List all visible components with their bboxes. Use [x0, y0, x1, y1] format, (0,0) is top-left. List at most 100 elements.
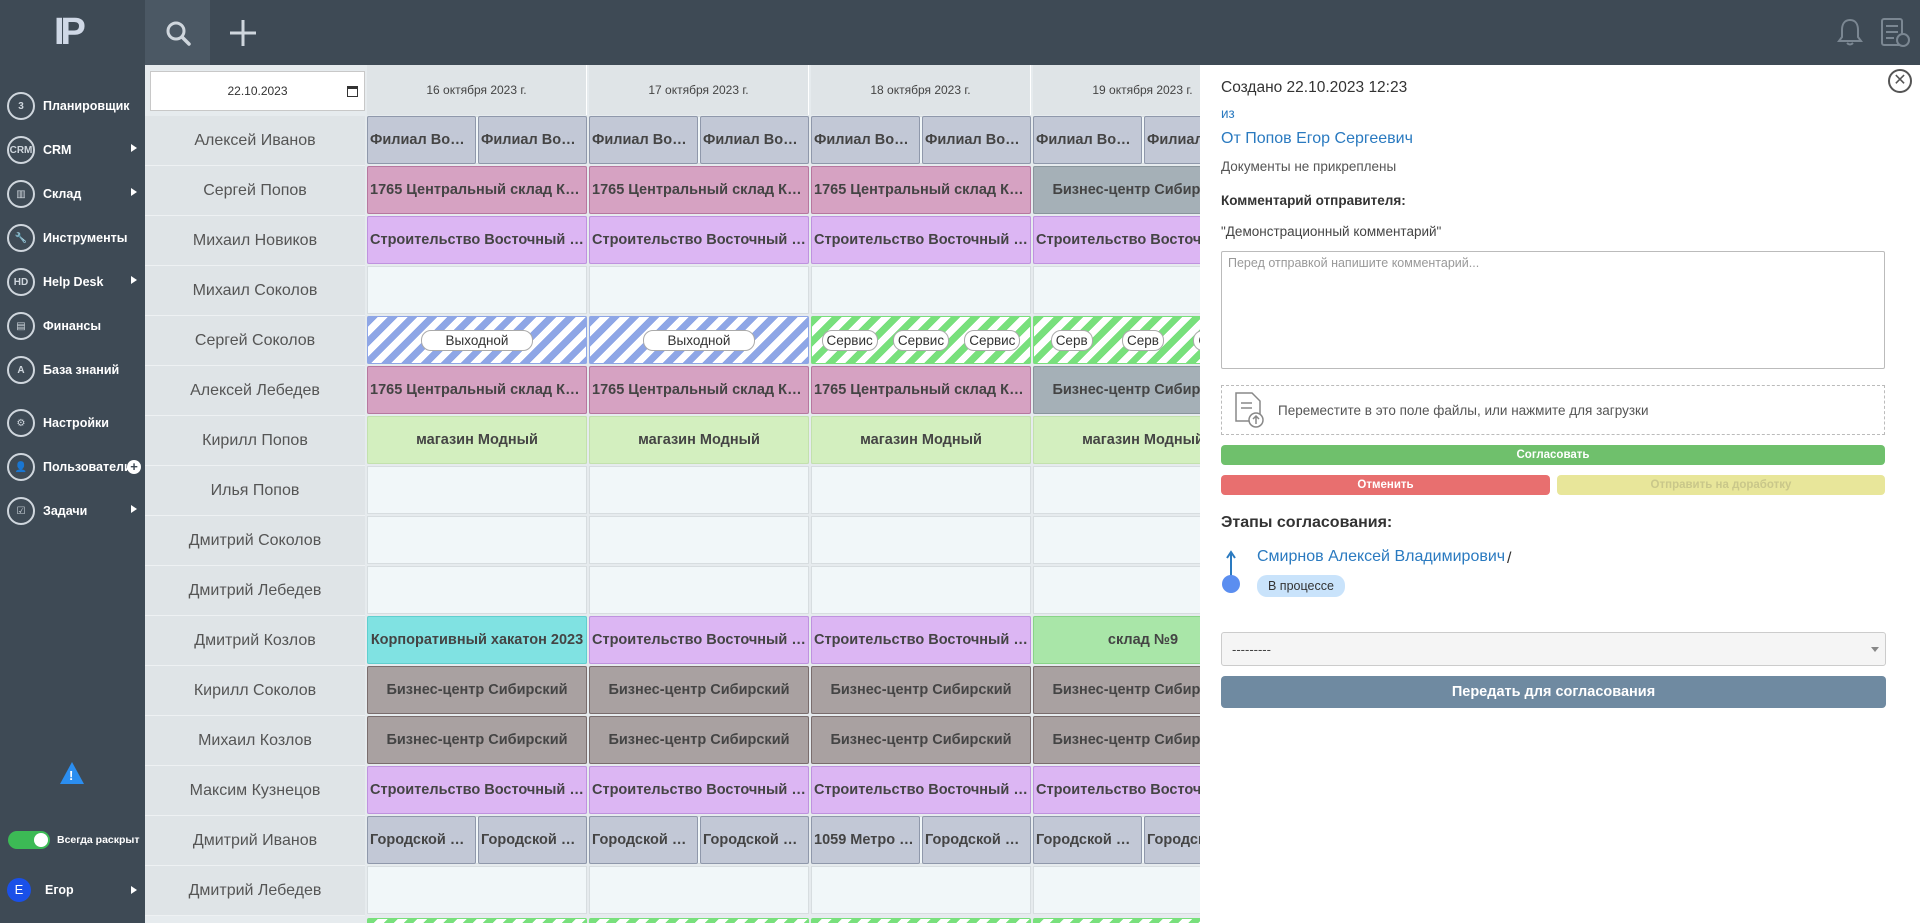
calendar-event[interactable]: Бизнес-центр Сибирский	[1033, 366, 1200, 414]
calendar-cell[interactable]	[367, 516, 587, 564]
calendar-event[interactable]: Филиал Воронеж	[700, 116, 809, 164]
calendar-event[interactable]: 1765 Центральный склад Казань	[367, 366, 587, 414]
calendar-cell[interactable]	[367, 466, 587, 514]
cancel-button[interactable]: Отменить	[1221, 475, 1550, 495]
calendar-cell[interactable]	[811, 466, 1031, 514]
add-user-icon[interactable]: +	[127, 460, 141, 474]
calendar-event[interactable]	[1033, 918, 1200, 923]
calendar-event[interactable]: 1765 Центральный склад Казань	[811, 166, 1031, 214]
calendar-cell[interactable]	[589, 516, 809, 564]
calendar-event[interactable]: Строительство Восточный офис	[1033, 216, 1200, 264]
calendar-event[interactable]: Бизнес-центр Сибирский	[367, 716, 587, 764]
from-label[interactable]: из	[1221, 106, 1235, 121]
calendar-event[interactable]: Городской филиал	[478, 816, 587, 864]
calendar-cell[interactable]	[1033, 566, 1200, 614]
calendar-event[interactable]: Бизнес-центр Сибирский	[1033, 666, 1200, 714]
sidebar-item-5[interactable]: HD Help Desk	[0, 262, 145, 302]
add-button[interactable]	[213, 0, 273, 65]
sidebar-item-2[interactable]: CRM CRM	[0, 130, 145, 170]
calendar-event[interactable]	[367, 918, 587, 923]
calendar-cell[interactable]	[811, 566, 1031, 614]
calendar-event[interactable]: Серв Серв Серв	[1033, 316, 1200, 364]
calendar-event[interactable]: Филиал Воронеж	[922, 116, 1031, 164]
calendar-event[interactable]: Городской филиал	[1033, 816, 1142, 864]
bell-icon[interactable]	[1834, 16, 1866, 48]
calendar-event[interactable]: Бизнес-центр Сибирский	[811, 666, 1031, 714]
sidebar-item-1[interactable]: 3 Планировщик	[0, 86, 145, 126]
sidebar-item-3[interactable]: ▥ Склад	[0, 174, 145, 214]
approver-link[interactable]: Смирнов Алексей Владимирович	[1257, 548, 1505, 566]
calendar-event[interactable]: Выходной	[367, 316, 587, 364]
calendar-event[interactable]: Выходной	[589, 316, 809, 364]
calendar-event[interactable]: Бизнес-центр Сибирский	[1033, 166, 1200, 214]
calendar-event[interactable]: Строительство Восточный офис	[589, 616, 809, 664]
calendar-event[interactable]	[811, 918, 1031, 923]
calendar-event[interactable]: 1765 Центральный склад Казань	[589, 166, 809, 214]
calendar-event[interactable]: магазин Модный	[367, 416, 587, 464]
calendar-event[interactable]: Филиал Воронеж	[478, 116, 587, 164]
calendar-event[interactable]: Городской филиал	[1144, 816, 1200, 864]
calendar-event[interactable]: Филиал Воронеж	[1144, 116, 1200, 164]
calendar-event[interactable]: 1765 Центральный склад Казань	[367, 166, 587, 214]
calendar-event[interactable]: магазин Модный	[1033, 416, 1200, 464]
calendar-event[interactable]: Бизнес-центр Сибирский	[367, 666, 587, 714]
calendar-event[interactable]: Филиал Воронеж	[367, 116, 476, 164]
app-logo[interactable]: IP	[54, 12, 92, 52]
calendar-event[interactable]	[589, 918, 809, 923]
calendar-event[interactable]: Строительство Восточный офис	[367, 766, 587, 814]
calendar-cell[interactable]	[1033, 866, 1200, 914]
calendar-event[interactable]: Городской филиал	[922, 816, 1031, 864]
calendar-event[interactable]: склад №9	[1033, 616, 1200, 664]
calendar-event[interactable]: Бизнес-центр Сибирский	[589, 716, 809, 764]
calendar-event[interactable]: Строительство Восточный офис	[811, 616, 1031, 664]
calendar-event[interactable]: Строительство Восточный офис	[589, 216, 809, 264]
calendar-cell[interactable]	[589, 566, 809, 614]
calendar-event[interactable]: Городской филиал	[367, 816, 476, 864]
submit-for-approval-button[interactable]: Передать для согласования	[1221, 676, 1886, 708]
approve-button[interactable]: Согласовать	[1221, 445, 1885, 465]
calendar-event[interactable]: Бизнес-центр Сибирский	[811, 716, 1031, 764]
calendar-event[interactable]: Сервис Сервис Сервис	[811, 316, 1031, 364]
always-expanded-toggle[interactable]	[8, 831, 50, 849]
search-button[interactable]	[145, 0, 210, 65]
calendar-icon[interactable]	[347, 86, 358, 97]
calendar-event[interactable]: Городской филиал	[589, 816, 698, 864]
calendar-event[interactable]: 1059 Метро Иваново	[811, 816, 920, 864]
calendar-cell[interactable]	[367, 566, 587, 614]
calendar-event[interactable]: Строительство Восточный офис	[811, 766, 1031, 814]
calendar-cell[interactable]	[589, 866, 809, 914]
calendar-event[interactable]: магазин Модный	[589, 416, 809, 464]
calendar-cell[interactable]	[1033, 466, 1200, 514]
calendar-cell[interactable]	[589, 466, 809, 514]
send-for-rework-button[interactable]: Отправить на доработку	[1557, 475, 1885, 495]
calendar-cell[interactable]	[367, 266, 587, 314]
calendar-event[interactable]: Строительство Восточный офис	[367, 216, 587, 264]
calendar-event[interactable]: Строительство Восточный офис	[1033, 766, 1200, 814]
sidebar-item-10[interactable]: ☑ Задачи	[0, 491, 145, 531]
date-picker-input[interactable]: 22.10.2023	[150, 71, 365, 111]
calendar-event[interactable]: 1765 Центральный склад Казань	[589, 366, 809, 414]
sidebar-item-7[interactable]: A База знаний	[0, 350, 145, 390]
calendar-event[interactable]: Корпоративный хакатон 2023	[367, 616, 587, 664]
user-name[interactable]: Егор	[45, 883, 74, 897]
sidebar-item-6[interactable]: ▤ Финансы	[0, 306, 145, 346]
warning-icon[interactable]: !	[60, 762, 84, 784]
calendar-event[interactable]: Бизнес-центр Сибирский	[1033, 716, 1200, 764]
calendar-cell[interactable]	[811, 266, 1031, 314]
calendar-event[interactable]: Бизнес-центр Сибирский	[589, 666, 809, 714]
calendar-cell[interactable]	[589, 266, 809, 314]
calendar-event[interactable]: Строительство Восточный офис	[589, 766, 809, 814]
sidebar-item-9[interactable]: 👤 Пользователи +	[0, 447, 145, 487]
approver-select[interactable]: ---------	[1221, 632, 1886, 666]
calendar-event[interactable]: Филиал Воронеж	[1033, 116, 1142, 164]
file-drop-zone[interactable]: Переместите в это поле файлы, или нажмит…	[1221, 385, 1885, 435]
sidebar-item-4[interactable]: 🔧 Инструменты	[0, 218, 145, 258]
calendar-event[interactable]: магазин Модный	[811, 416, 1031, 464]
close-button[interactable]: ✕	[1888, 69, 1912, 93]
calendar-event[interactable]: Филиал Воронеж	[811, 116, 920, 164]
calendar-cell[interactable]	[367, 866, 587, 914]
sender-link[interactable]: От Попов Егор Сергеевич	[1221, 130, 1413, 148]
calendar-event[interactable]: Строительство Восточный офис	[811, 216, 1031, 264]
calendar-cell[interactable]	[811, 516, 1031, 564]
comment-input[interactable]	[1221, 251, 1885, 369]
